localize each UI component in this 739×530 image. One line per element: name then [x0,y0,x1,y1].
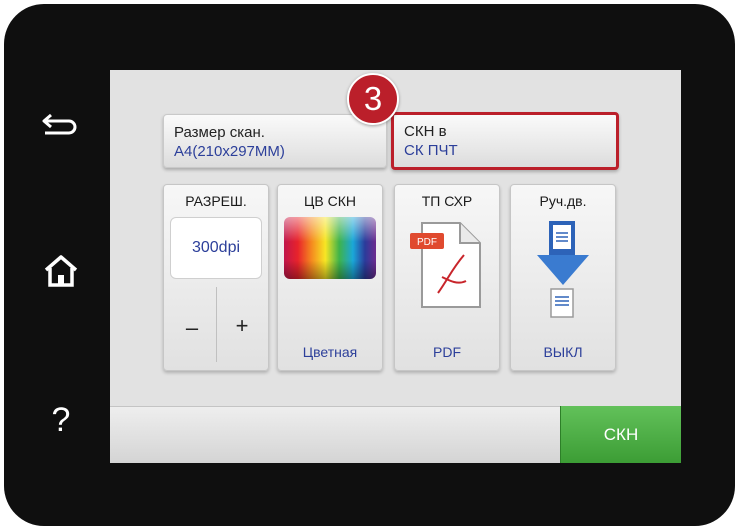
file-type-tile[interactable]: ТП СХР PDF PDF [394,184,500,371]
callout-badge: 3 [347,73,399,125]
resolution-increase-button[interactable]: + [220,313,264,339]
help-label: ? [51,400,71,439]
resolution-value: 300dpi [170,217,262,279]
color-spectrum-icon [284,217,376,279]
manual-duplex-icon [537,221,589,318]
scan-button[interactable]: СКН [560,406,681,463]
file-type-title: ТП СХР [421,193,473,209]
scan-size-value: A4(210x297MM) [174,143,285,160]
scan-to-label: СКН в [404,123,447,140]
color-mode-tile[interactable]: ЦВ СКН Цветная [277,184,383,371]
stepper-divider [216,287,217,362]
file-type-value: PDF [433,344,461,360]
pdf-file-icon: PDF [410,222,481,308]
scan-to-button[interactable]: СКН в СК ПЧТ [391,112,619,170]
scan-size-button[interactable]: Размер скан. A4(210x297MM) [163,114,387,168]
scan-size-label: Размер скан. [174,124,265,141]
back-button[interactable] [30,96,92,152]
back-arrow-icon [42,113,77,135]
resolution-decrease-button[interactable]: – [170,315,214,341]
scan-to-value: СК ПЧТ [404,142,458,159]
home-button[interactable] [30,243,92,299]
duplex-value: ВЫКЛ [543,344,583,360]
touch-screen: Размер скан. A4(210x297MM) СКН в СК ПЧТ … [110,70,681,463]
duplex-tile[interactable]: Руч.дв. ВЫКЛ [510,184,616,371]
color-mode-value: Цветная [302,344,358,360]
color-mode-title: ЦВ СКН [304,193,356,209]
resolution-title: РАЗРЕШ. [185,193,247,209]
resolution-tile: РАЗРЕШ. 300dpi – + [163,184,269,371]
help-button[interactable]: ? [30,392,92,448]
pdf-badge-text: PDF [417,237,437,248]
home-icon [44,255,78,287]
duplex-title: Руч.дв. [539,193,587,209]
